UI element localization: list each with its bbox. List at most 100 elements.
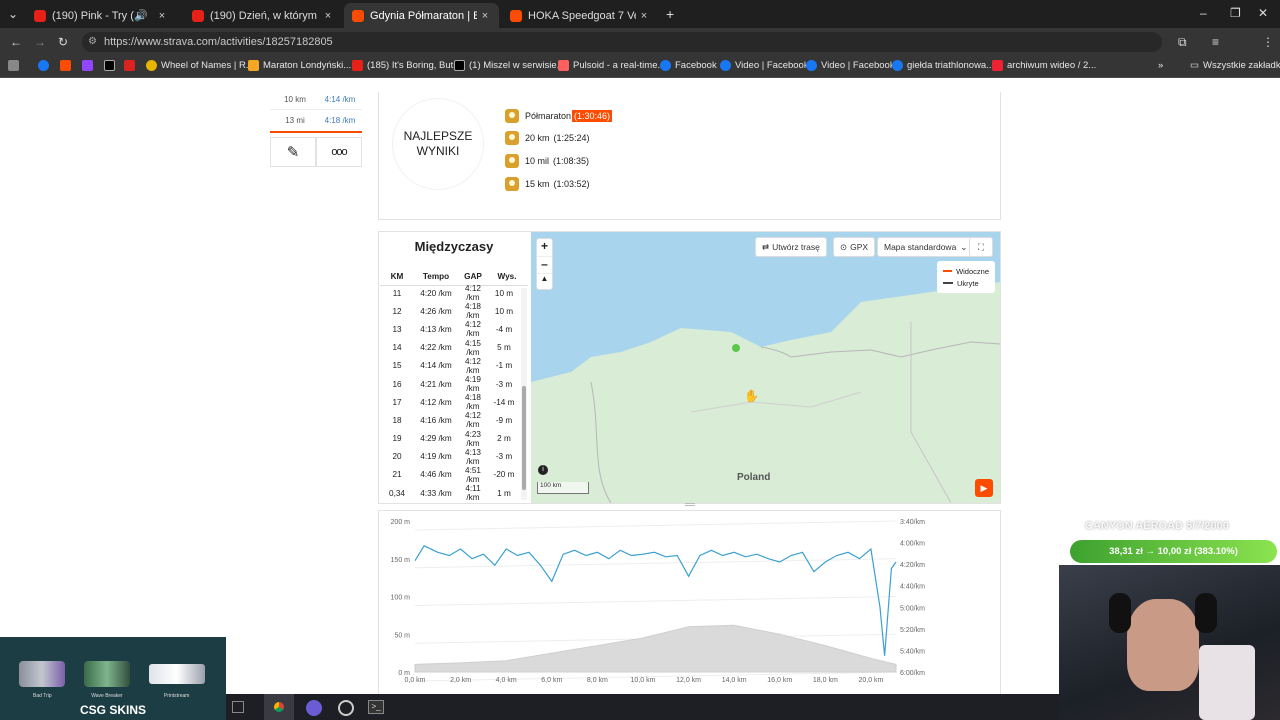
bookmark-strava-icon[interactable] <box>60 60 75 71</box>
close-tab-icon[interactable]: × <box>477 10 493 22</box>
splits-scrollbar[interactable] <box>521 288 527 500</box>
app-icon[interactable] <box>306 700 322 716</box>
close-tab-icon[interactable]: × <box>154 10 170 22</box>
skin-item: Printstream <box>148 664 205 699</box>
terminal-icon[interactable]: >_ <box>368 700 384 714</box>
resize-handle[interactable] <box>685 503 695 506</box>
split-row: 16 4:21 /km 4:19 /km -3 m <box>380 375 520 393</box>
map-type-select[interactable]: Mapa standardowa ⌄ <box>877 237 975 257</box>
bookmark-gielda[interactable]: giełda triathlonowa... <box>892 60 994 71</box>
new-tab-icon[interactable]: + <box>666 6 674 22</box>
flyover-play-button[interactable]: ▶ <box>975 479 993 497</box>
bookmark-twitch-icon[interactable] <box>82 60 97 71</box>
y-right-tick-label: 4:20/km <box>900 562 925 569</box>
site-info-icon[interactable]: ⚙ <box>88 32 97 52</box>
split-cell: 4:46 /km <box>420 470 452 480</box>
tab-strava-activity[interactable]: Gdynia Półmaraton | Bieganie | × <box>344 3 499 28</box>
pb-halfmarathon[interactable]: Półmaraton (1:30:46) <box>505 109 613 123</box>
csgo-skins-overlay: Bad Trip Wave Breaker Printstream CSG SK… <box>0 637 226 720</box>
y-right-tick-label: 3:40/km <box>900 519 925 526</box>
split-cell: 4:29 /km <box>420 434 452 444</box>
info-icon[interactable]: i <box>538 465 548 475</box>
compass-button[interactable]: ▲ <box>537 273 552 289</box>
extensions-icon[interactable]: ⧉ <box>1178 35 1187 50</box>
skins-row: Bad Trip Wave Breaker Printstream <box>10 643 214 699</box>
tab-strava-challenge[interactable]: HOKA Speedgoat 7 Vert Challen × <box>502 3 658 28</box>
gpx-button[interactable]: ⊙ GPX <box>833 237 876 257</box>
map-legend: Widoczne Ukryte <box>937 261 995 293</box>
forward-icon[interactable]: → <box>34 35 46 49</box>
y-right-tick-label: 6:00/km <box>900 670 925 677</box>
zoom-in-button[interactable]: + <box>537 239 552 256</box>
minimize-icon[interactable]: – <box>1200 6 1207 20</box>
tab-youtube-1[interactable]: (190) Pink - Try (Speed up) 🔊 × <box>26 3 176 28</box>
more-options-button[interactable]: ooo <box>316 137 362 167</box>
pb-15km[interactable]: 15 km (1:03:52) <box>505 177 590 191</box>
best-results-badge: NAJLEPSZE WYNIKI <box>392 98 484 190</box>
all-bookmarks-folder[interactable]: ▭ Wszystkie zakładki <box>1190 60 1280 71</box>
url-input[interactable]: ⚙ https://www.strava.com/activities/1825… <box>82 32 1162 52</box>
bookmark-video-facebook-1[interactable]: Video | Facebook <box>720 60 809 71</box>
hand-cursor-icon: ✋ <box>744 389 759 403</box>
youtube-icon <box>192 9 204 22</box>
headphones-left <box>1109 593 1131 633</box>
obs-icon[interactable] <box>338 700 354 716</box>
bookmark-facebook-icon[interactable] <box>38 60 53 71</box>
bookmark-x-icon[interactable] <box>104 60 119 71</box>
create-route-button[interactable]: ⇄ Utwórz trasę <box>755 237 827 257</box>
back-icon[interactable]: ← <box>10 35 22 49</box>
country-label: Poland <box>737 472 771 483</box>
zoom-out-button[interactable]: – <box>537 256 552 273</box>
split-cell: 4:12 /km <box>465 411 481 430</box>
close-tab-icon[interactable]: × <box>636 10 652 22</box>
tab-youtube-2[interactable]: (190) Dzień, w którym zapchał s × <box>184 3 342 28</box>
bookmark-pulsoid[interactable]: Pulsoid - a real-time... <box>558 60 665 71</box>
split-cell: 14 <box>392 343 402 353</box>
tab-search-icon[interactable]: ⌄ <box>8 7 18 21</box>
pb-10mi[interactable]: 10 mil (1:08:35) <box>505 154 589 168</box>
reload-icon[interactable]: ↻ <box>58 35 68 49</box>
task-view-icon[interactable] <box>232 701 244 713</box>
best-effort-row: 10 km 4:14 /km <box>270 89 362 110</box>
split-cell: 4:23 /km <box>465 429 481 448</box>
bookmark-wheel-of-names[interactable]: Wheel of Names | R... <box>146 60 254 71</box>
restore-icon[interactable]: ❐ <box>1230 6 1241 20</box>
csgo-skins-logo: CSG SKINS <box>79 703 146 717</box>
split-cell: -1 m <box>495 361 513 371</box>
bookmark-video-facebook-2[interactable]: Video | Facebook <box>806 60 895 71</box>
chrome-icon <box>271 699 287 715</box>
close-tab-icon[interactable]: × <box>320 10 336 22</box>
x-tick-label: 6,0 km <box>541 677 562 684</box>
bookmark-boring[interactable]: (185) It's Boring, But... <box>352 60 461 71</box>
x-tick-label: 16,0 km <box>767 677 792 684</box>
close-window-icon[interactable]: ✕ <box>1258 6 1268 20</box>
menu-dots-icon[interactable]: ⋮ <box>1262 35 1274 49</box>
split-cell: 16 <box>392 379 402 389</box>
split-cell: 4:13 /km <box>465 447 481 466</box>
split-cell: 5 m <box>497 343 511 353</box>
bookmark-facebook[interactable]: Facebook <box>660 60 717 71</box>
reading-list-icon[interactable]: ≡ <box>1212 35 1219 49</box>
split-cell: -20 m <box>493 470 515 480</box>
route-map[interactable]: Poland 100 km i ✋ <box>531 232 1000 503</box>
scrollbar-thumb[interactable] <box>522 386 526 490</box>
pb-20km[interactable]: 20 km (1:25:24) <box>505 131 590 145</box>
bookmark-red-icon[interactable] <box>124 60 139 71</box>
splits-table[interactable]: 11 4:20 /km 4:12 /km 10 m 12 4:26 /km 4:18 /km… <box>380 284 520 502</box>
download-icon: ⊙ <box>840 241 848 252</box>
more-bookmarks-icon[interactable]: » <box>1158 60 1163 71</box>
bookmark-maraton[interactable]: Maraton Londyński... <box>248 60 351 71</box>
edit-button[interactable]: ✎ <box>270 137 316 167</box>
split-cell: -3 m <box>495 379 513 389</box>
item-title-overlay: CANYON AEROAD 5/7/2000 <box>1085 520 1229 532</box>
more-dots-icon: ooo <box>331 146 347 158</box>
apps-icon[interactable] <box>8 60 23 71</box>
pace-elevation-chart[interactable]: 200 m 150 m 100 m 50 m 0 m 3:40/km 4:00/km 4:20… <box>378 512 938 692</box>
bookmark-archiwum[interactable]: archiwum wideo / 2... <box>992 60 1096 71</box>
chrome-task-active[interactable] <box>264 694 294 720</box>
fullscreen-button[interactable]: ⛶ <box>969 237 993 257</box>
y-right-tick-label: 5:20/km <box>900 627 925 634</box>
split-cell: 15 <box>392 361 402 371</box>
x-tick-label: 10,0 km <box>631 677 656 684</box>
bookmark-miszel[interactable]: (1) Miszel w serwisie... <box>454 60 565 71</box>
